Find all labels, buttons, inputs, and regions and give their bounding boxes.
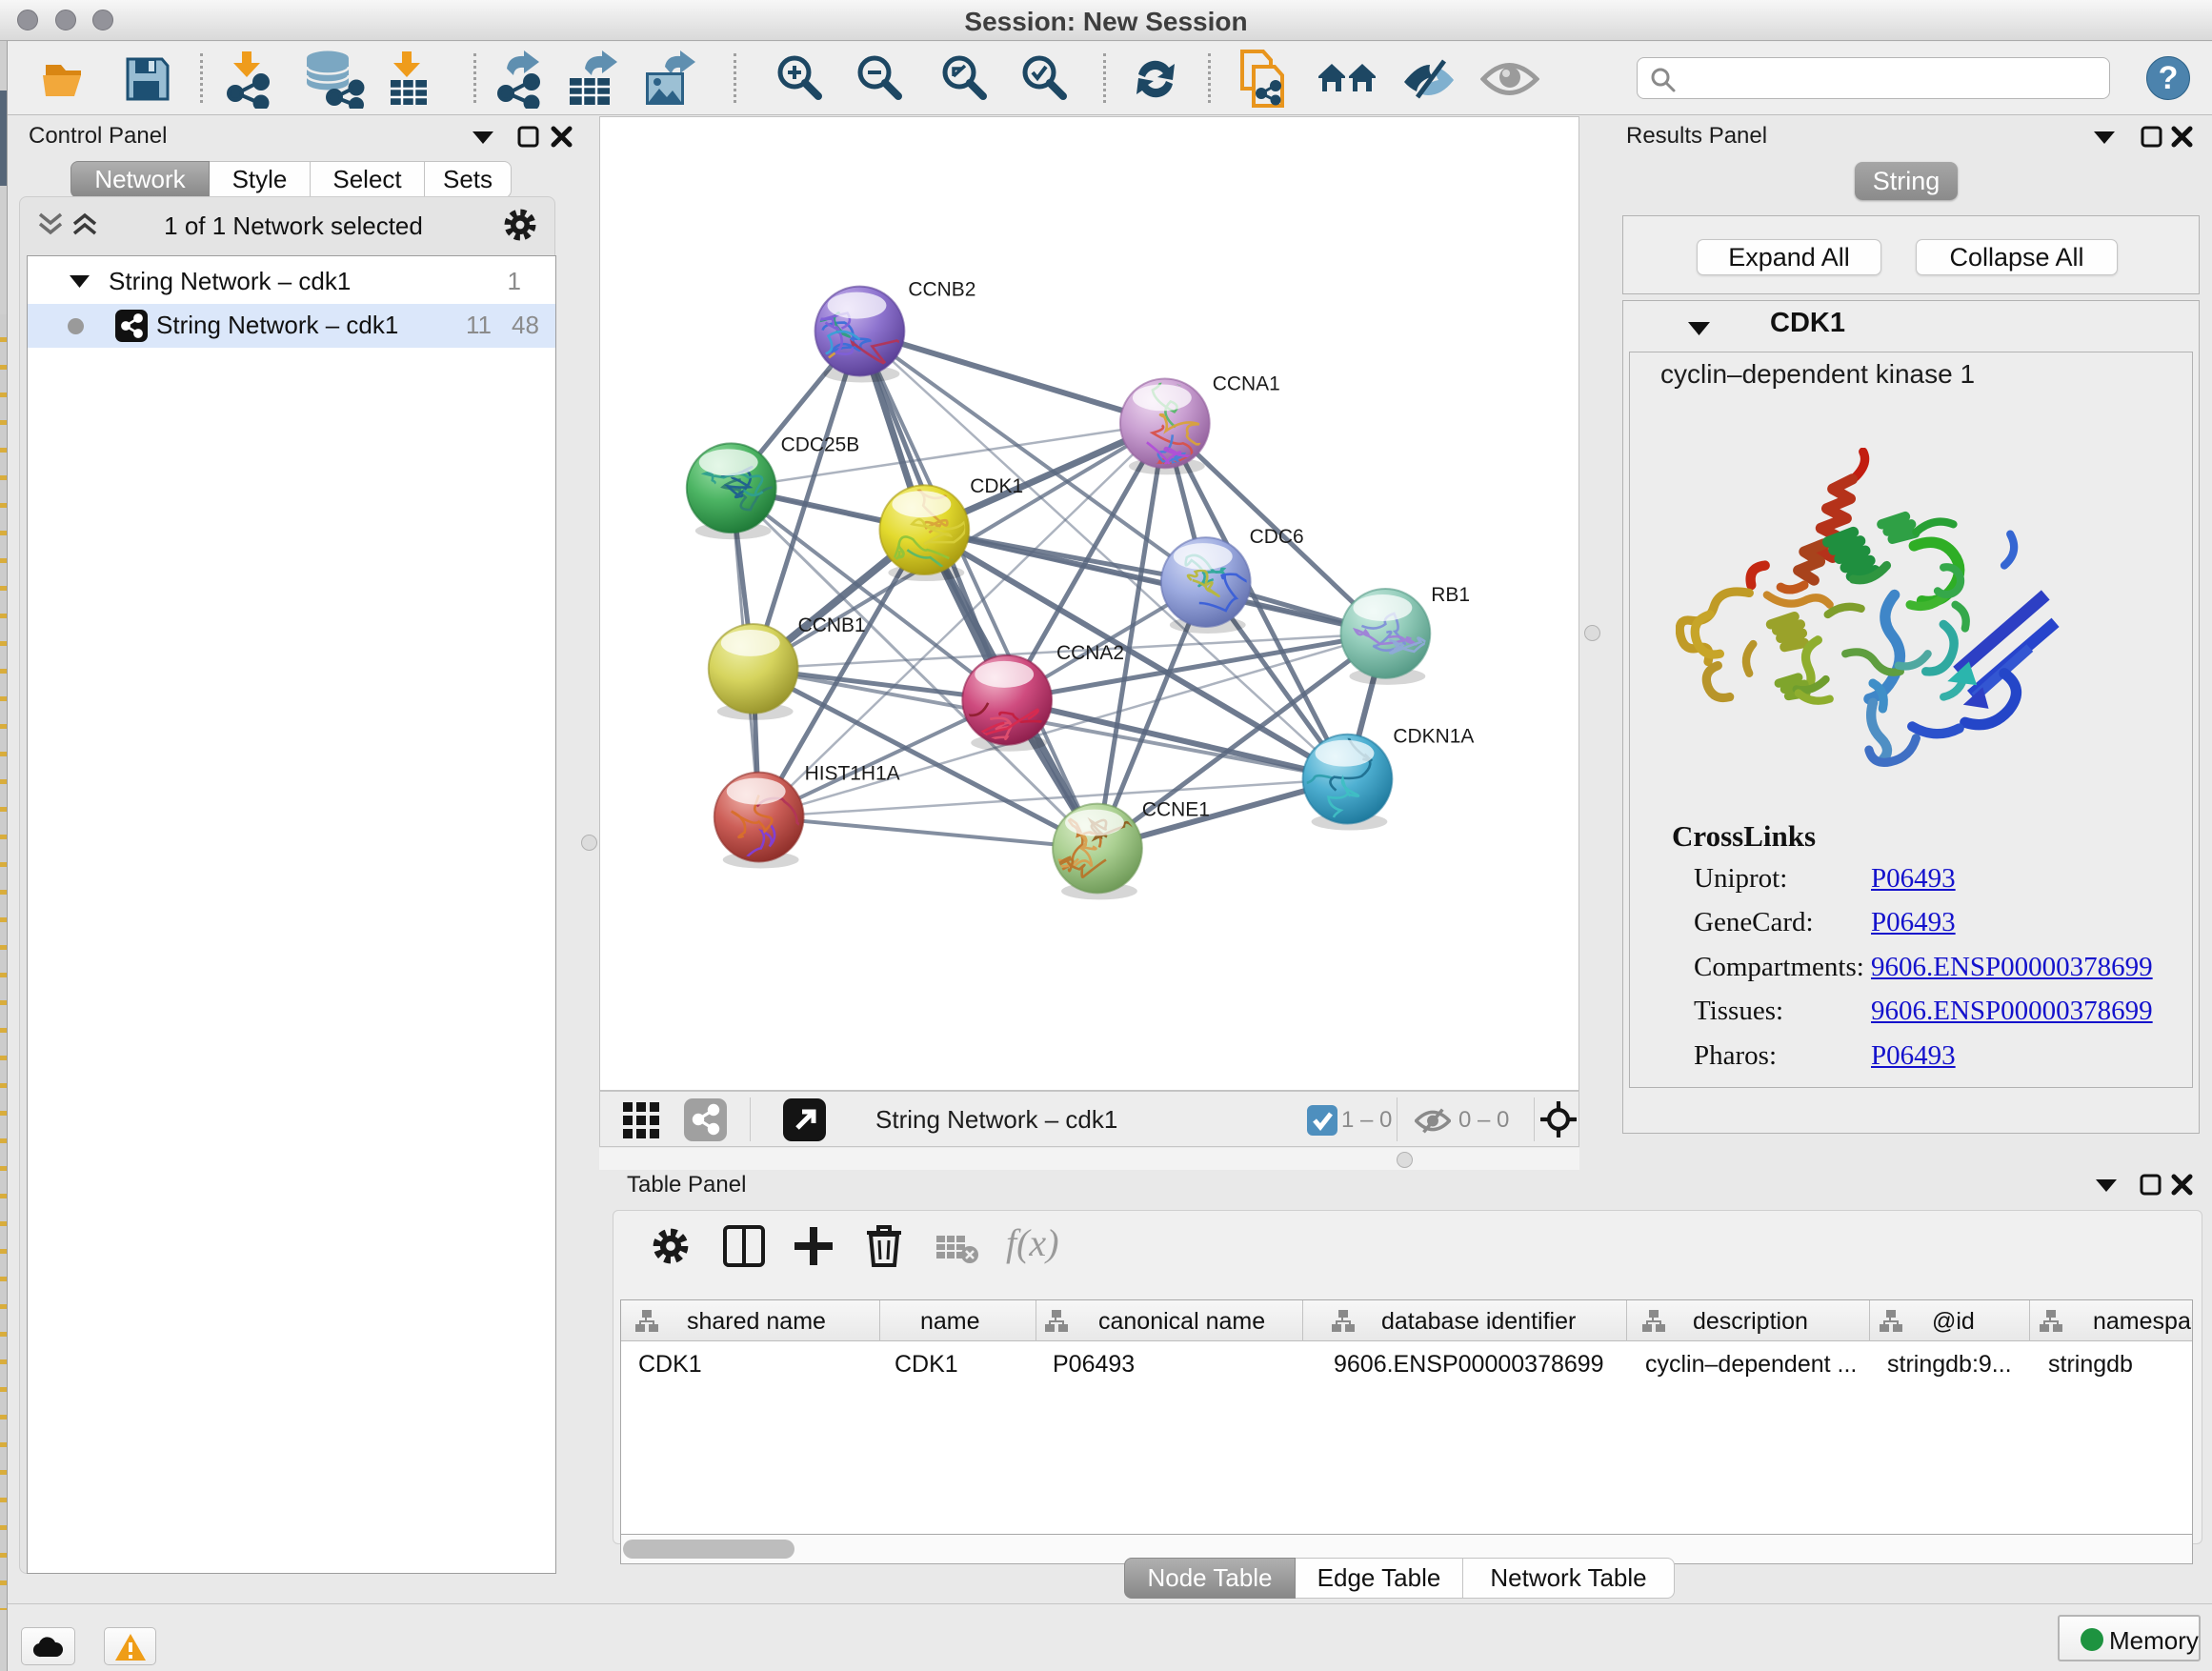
svg-text:CCNA2: CCNA2 [1056,642,1124,664]
svg-text:HIST1H1A: HIST1H1A [805,763,900,785]
svg-text:CDKN1A: CDKN1A [1393,726,1474,748]
svg-text:CCNB1: CCNB1 [798,614,866,636]
svg-text:CDC25B: CDC25B [781,433,860,455]
svg-text:CCNA1: CCNA1 [1213,372,1280,394]
svg-text:CDC6: CDC6 [1250,526,1304,548]
svg-text:RB1: RB1 [1431,584,1470,606]
svg-text:CCNB2: CCNB2 [908,279,975,301]
svg-text:CCNE1: CCNE1 [1142,799,1210,821]
svg-text:CDK1: CDK1 [970,475,1023,497]
